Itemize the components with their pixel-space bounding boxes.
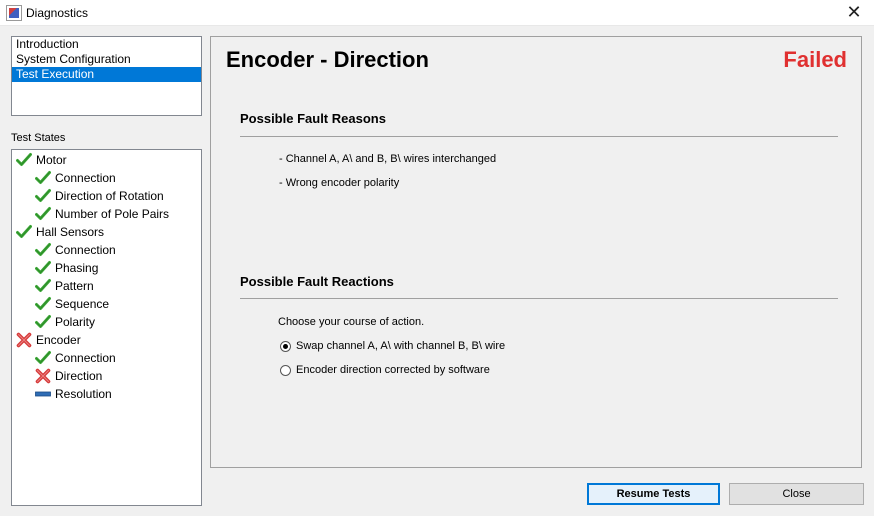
close-icon[interactable]: ✕ <box>834 0 874 26</box>
nav-item[interactable]: Test Execution <box>12 67 201 82</box>
cross-icon <box>35 368 51 384</box>
test-state-label: Polarity <box>55 315 96 329</box>
test-state-item[interactable]: Phasing <box>12 259 201 277</box>
check-icon <box>16 152 32 168</box>
radio-label: Encoder direction corrected by software <box>296 364 490 376</box>
check-icon <box>35 260 51 276</box>
fault-reasons-heading: Possible Fault Reasons <box>240 111 386 126</box>
check-icon <box>35 278 51 294</box>
test-state-item[interactable]: Pattern <box>12 277 201 295</box>
test-state-label: Connection <box>55 351 116 365</box>
test-state-item[interactable]: Direction <box>12 367 201 385</box>
test-state-item[interactable]: Number of Pole Pairs <box>12 205 201 223</box>
close-button[interactable]: Close <box>729 483 864 505</box>
nav-item[interactable]: Introduction <box>12 37 201 52</box>
check-icon <box>16 224 32 240</box>
check-icon <box>35 188 51 204</box>
test-status: Failed <box>783 47 847 72</box>
test-state-label: Pattern <box>55 279 94 293</box>
fault-reasons-divider <box>240 136 838 137</box>
check-icon <box>35 206 51 222</box>
fault-reason-item: - Wrong encoder polarity <box>279 177 400 189</box>
fault-reason-item: - Channel A, A\ and B, B\ wires intercha… <box>279 153 497 165</box>
test-state-item[interactable]: Hall Sensors <box>12 223 201 241</box>
test-state-item[interactable]: Encoder <box>12 331 201 349</box>
title-bar: Diagnostics ✕ <box>0 0 874 26</box>
test-state-label: Hall Sensors <box>36 225 105 239</box>
radio-button[interactable] <box>280 365 291 376</box>
test-state-item[interactable]: Motor <box>12 151 201 169</box>
check-icon <box>35 314 51 330</box>
check-icon <box>35 350 51 366</box>
test-state-label: Resolution <box>55 387 112 401</box>
test-state-item[interactable]: Connection <box>12 169 201 187</box>
check-icon <box>35 242 51 258</box>
test-state-label: Direction of Rotation <box>55 189 164 203</box>
test-state-item[interactable]: Resolution <box>12 385 201 403</box>
app-icon <box>6 5 22 21</box>
test-state-item[interactable]: Connection <box>12 349 201 367</box>
test-state-label: Phasing <box>55 261 99 275</box>
resume-tests-button[interactable]: Resume Tests <box>587 483 720 505</box>
pending-bar-icon <box>35 386 51 402</box>
nav-item[interactable]: System Configuration <box>12 52 201 67</box>
fault-reactions-heading: Possible Fault Reactions <box>240 274 394 289</box>
navigation-list[interactable]: Introduction System Configuration Test Exe… <box>11 36 202 116</box>
test-state-item[interactable]: Connection <box>12 241 201 259</box>
test-detail-panel: Encoder - Direction Failed Possible Faul… <box>210 36 862 468</box>
check-icon <box>35 170 51 186</box>
test-state-item[interactable]: Sequence <box>12 295 201 313</box>
test-state-label: Number of Pole Pairs <box>55 207 170 221</box>
test-state-label: Connection <box>55 171 116 185</box>
reaction-prompt: Choose your course of action. <box>278 316 425 328</box>
window-title: Diagnostics <box>26 6 89 20</box>
test-state-label: Connection <box>55 243 116 257</box>
radio-label: Swap channel A, A\ with channel B, B\ wi… <box>296 340 506 352</box>
check-icon <box>35 296 51 312</box>
test-state-label: Encoder <box>36 333 81 347</box>
fault-reactions-divider <box>240 298 838 299</box>
test-state-label: Direction <box>55 369 103 383</box>
test-state-item[interactable]: Polarity <box>12 313 201 331</box>
test-state-label: Sequence <box>55 297 110 311</box>
test-states-tree[interactable]: Motor Connection Direction of Rotation Numb… <box>11 149 202 506</box>
test-title: Encoder - Direction <box>226 47 429 72</box>
test-state-label: Motor <box>36 153 67 167</box>
test-states-label: Test States <box>11 132 66 144</box>
test-state-item[interactable]: Direction of Rotation <box>12 187 201 205</box>
cross-icon <box>16 332 32 348</box>
radio-button[interactable] <box>280 341 291 352</box>
